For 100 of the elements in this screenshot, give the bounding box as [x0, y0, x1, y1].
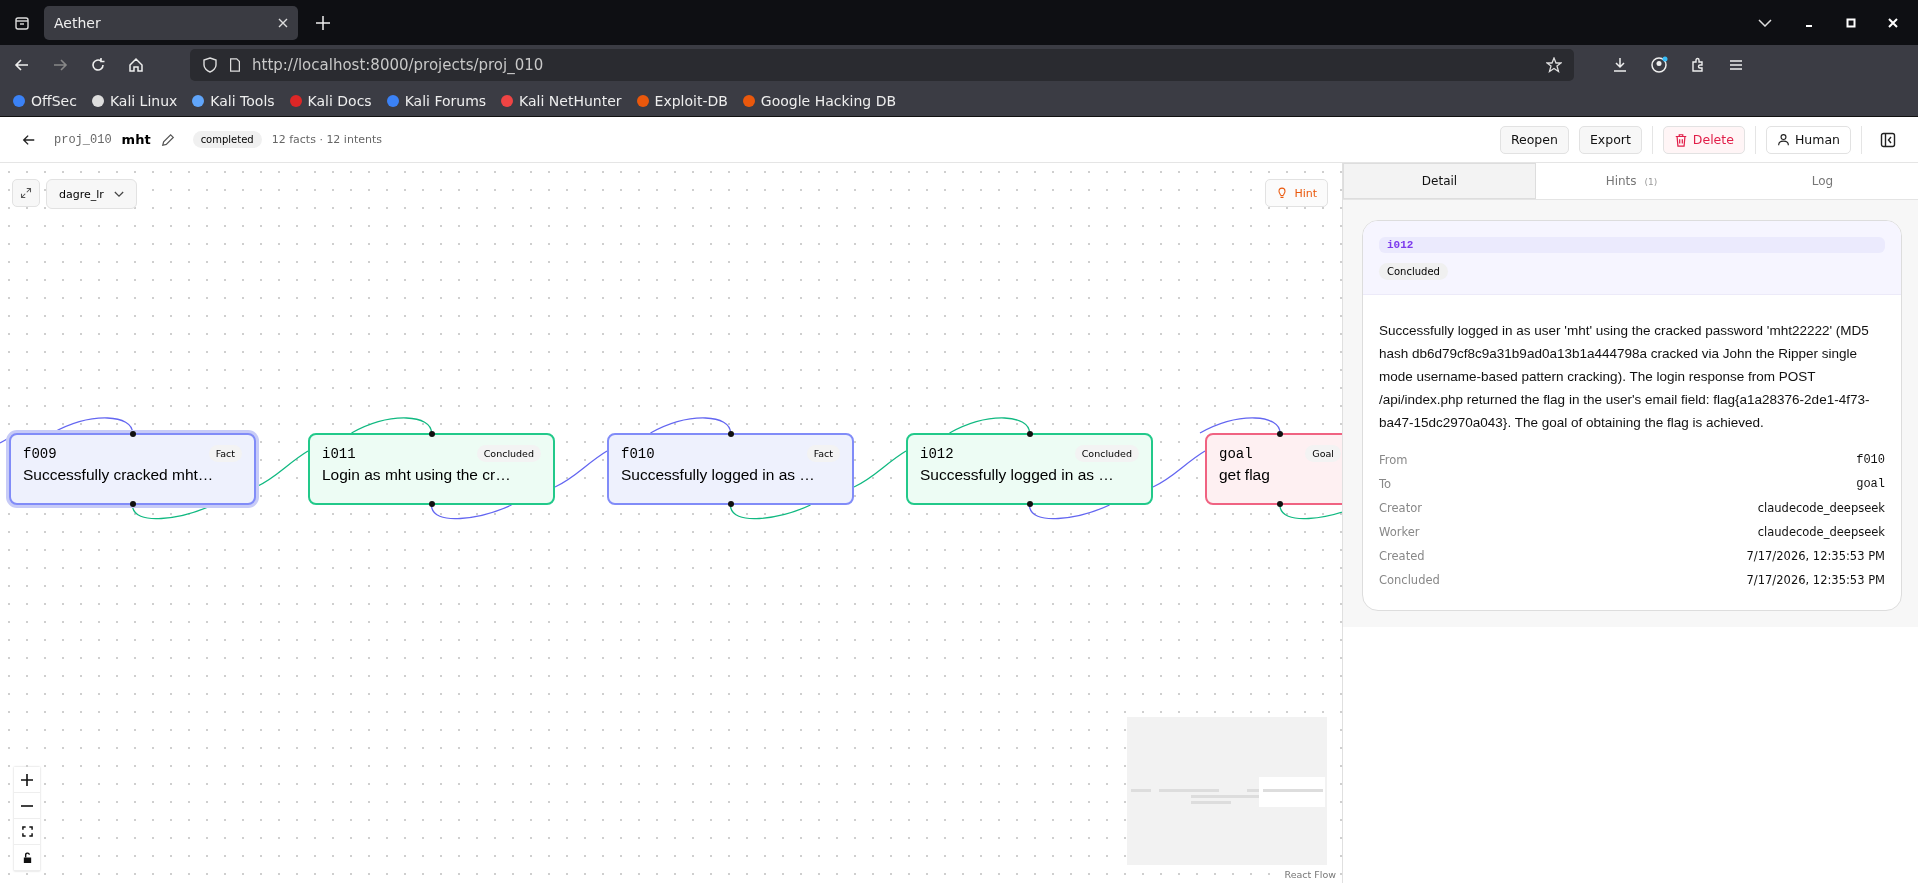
node-id: i011 — [322, 445, 356, 462]
reload-icon[interactable] — [90, 57, 106, 73]
node-badge: Goal — [1305, 445, 1341, 462]
node-id: i012 — [1379, 237, 1885, 253]
field-label: Creator — [1379, 501, 1422, 515]
bookmark-link[interactable]: Google Hacking DB — [741, 92, 897, 109]
star-icon[interactable] — [1546, 57, 1562, 73]
node-badge: Concluded — [1074, 445, 1139, 462]
project-id: proj_010 — [54, 132, 112, 147]
bookmark-favicon-icon — [191, 93, 206, 108]
panel-tab[interactable]: Detail — [1343, 163, 1536, 199]
plus-icon — [21, 773, 33, 786]
field-label: Worker — [1379, 525, 1420, 539]
tab-overview-icon[interactable] — [14, 14, 30, 31]
field-label: Created — [1379, 549, 1425, 563]
field-label: Concluded — [1379, 573, 1440, 587]
handle-dot[interactable] — [727, 431, 734, 437]
bookmark-favicon-icon — [741, 93, 756, 108]
zoom-in-button[interactable] — [14, 767, 40, 793]
node-id: goal — [1219, 445, 1253, 462]
attribution-link[interactable]: React Flow — [1282, 868, 1338, 881]
user-button[interactable]: Human — [1765, 125, 1851, 154]
field-label: From — [1379, 453, 1408, 467]
maximize-icon[interactable] — [1846, 17, 1856, 28]
bookmark-favicon-icon — [90, 93, 105, 108]
handle-dot[interactable] — [129, 501, 136, 507]
bookmark-favicon-icon — [288, 93, 303, 108]
project-name: mht — [121, 132, 151, 147]
chevron-down-icon[interactable] — [1758, 18, 1772, 27]
puzzle-piece-icon[interactable] — [1690, 57, 1706, 73]
field-value: goal — [1856, 477, 1885, 491]
trash-icon — [1673, 132, 1688, 147]
shield-icon — [202, 57, 218, 73]
edge-line — [1279, 504, 1342, 520]
account-icon[interactable] — [1650, 56, 1668, 74]
bookmark-favicon-icon — [12, 93, 26, 108]
frame-corners-icon — [21, 826, 33, 837]
forward-arrow-icon[interactable] — [52, 57, 68, 73]
graph-node[interactable]: f010 Fact Successfully logged in as … — [607, 433, 854, 505]
person-icon — [1776, 133, 1790, 146]
handle-dot[interactable] — [129, 431, 136, 437]
page-icon — [228, 58, 242, 72]
graph-node[interactable]: f009 Fact Successfully cracked mht… — [9, 433, 256, 505]
handle-dot[interactable] — [727, 501, 734, 507]
browser-tab[interactable]: Aether — [44, 5, 298, 40]
bookmark-link[interactable]: Kali Docs — [288, 92, 372, 109]
expand-arrows-icon — [20, 187, 32, 199]
edge-line — [554, 450, 608, 488]
counts-text: 12 facts · 12 intents — [271, 133, 382, 146]
node-badge: Concluded — [476, 445, 541, 462]
field-value: f010 — [1856, 453, 1885, 467]
back-arrow-icon[interactable] — [22, 132, 36, 147]
menu-icon[interactable] — [1728, 57, 1744, 73]
node-id: f010 — [621, 445, 655, 462]
handle-dot[interactable] — [428, 501, 435, 507]
bookmark-link[interactable]: Kali Forums — [385, 92, 487, 109]
bookmark-link[interactable]: Kali Tools — [191, 92, 275, 109]
sidebar-toggle-icon[interactable] — [1880, 131, 1896, 148]
bookmark-link[interactable]: Exploit-DB — [635, 92, 728, 109]
node-title: Successfully cracked mht… — [23, 466, 215, 484]
address-bar[interactable]: http://localhost:8000/projects/proj_010 — [190, 49, 1574, 81]
back-arrow-icon[interactable] — [14, 57, 30, 73]
node-title: Login as mht using the cr… — [322, 466, 512, 484]
bookmark-link[interactable]: Kali NetHunter — [500, 92, 622, 109]
bookmark-link[interactable]: Kali Linux — [90, 92, 178, 109]
delete-button[interactable]: Delete — [1662, 125, 1745, 154]
fit-view-button[interactable] — [14, 819, 40, 845]
description-text: Successfully logged in as user 'mht' using the cracked password 'mht22222' (MD5 hash db6d79cf8c9a31b9ad0a13b1a444798a cracked via John the Ripper single mode username-based pattern cracking). The login response from POST /api/index.php returned the flag in the user's email field: flag{a1a28376-2de1-4f73-ba47-15dc2970a043}. The goal of obtaining the flag is achieved. — [1379, 322, 1871, 432]
graph-node[interactable]: i011 Concluded Login as mht using the cr… — [308, 433, 555, 505]
edge-line — [853, 450, 907, 488]
zoom-out-button[interactable] — [14, 793, 40, 819]
node-title: Successfully logged in as … — [621, 466, 816, 484]
action-button[interactable]: Reopen — [1499, 125, 1569, 154]
expand-button[interactable] — [12, 179, 40, 207]
bookmark-favicon-icon — [635, 93, 650, 108]
handle-dot[interactable] — [1026, 501, 1033, 507]
node-badge: Fact — [208, 445, 242, 462]
pencil-icon[interactable] — [160, 132, 175, 147]
edge-line — [1152, 450, 1206, 488]
node-badge: Fact — [806, 445, 840, 462]
graph-node[interactable]: i012 Concluded Successfully logged in as … — [906, 433, 1153, 505]
handle-dot[interactable] — [1026, 431, 1033, 437]
close-icon[interactable] — [278, 17, 288, 28]
handle-dot[interactable] — [1277, 501, 1283, 507]
bookmark-favicon-icon — [500, 93, 515, 108]
graph-node[interactable]: goal Goal get flag — [1205, 433, 1342, 505]
field-label: To — [1379, 477, 1392, 491]
bookmark-link[interactable]: OffSec — [12, 92, 77, 109]
new-tab-icon[interactable] — [316, 15, 330, 30]
lock-button[interactable] — [14, 845, 40, 871]
handle-dot[interactable] — [428, 431, 435, 437]
field-value: 7/17/2026, 12:35:53 PM — [1746, 573, 1885, 587]
handle-dot[interactable] — [1277, 431, 1283, 437]
field-value: 7/17/2026, 12:35:53 PM — [1746, 549, 1885, 563]
download-icon[interactable] — [1612, 57, 1628, 73]
status-badge: completed — [192, 131, 262, 148]
action-button[interactable]: Export — [1578, 125, 1642, 154]
node-id: f009 — [23, 445, 57, 462]
home-icon[interactable] — [128, 57, 144, 73]
layout-dropdown[interactable]: dagre_lr — [46, 179, 137, 209]
